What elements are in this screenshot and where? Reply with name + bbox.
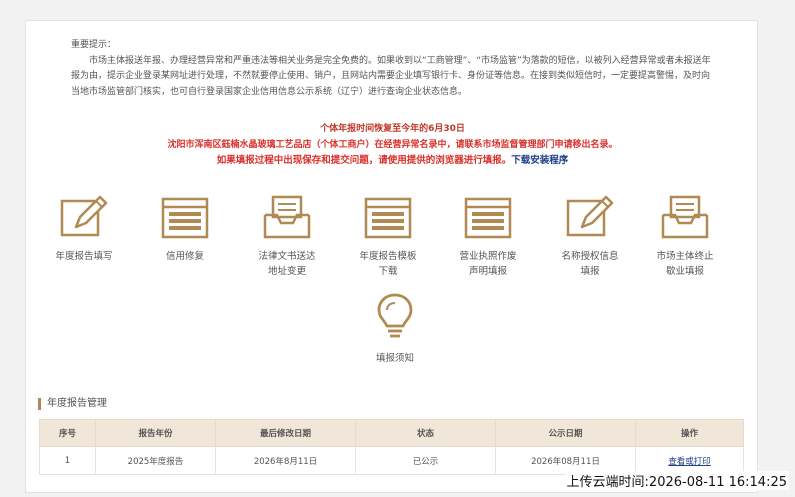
function-tiles: 年度报告填写 信用修复 法律文书送达地址变更 年度报告模板下载 营业执照作废声明… [26,193,759,364]
tile-annual-report-fill[interactable]: 年度报告填写 [39,193,129,264]
cell-status: 已公示 [355,446,496,475]
form-icon [364,197,412,239]
upload-timestamp: 上传云端时间:2026-08-11 16:14:25 [564,471,789,490]
tile-name-authorization[interactable]: 名称授权信息填报 [545,193,635,279]
cell-year: 2025年度报告 [95,446,216,475]
inbox-icon [661,195,709,239]
tile-label: 信用修复 [165,251,204,262]
inbox-icon [263,195,311,239]
annual-report-table: 序号 报告年份 最后修改日期 状态 公示日期 操作 1 2025年度报告 202… [39,419,744,475]
form-icon [464,197,512,239]
alert-browser: 如果填报过程中出现保存和提交问题，请使用提供的浏览器进行填报。下载安装程序 [26,153,759,169]
download-installer-link[interactable]: 下载安装程序 [511,155,568,166]
tile-legal-doc-address[interactable]: 法律文书送达地址变更 [242,193,332,279]
col-header-publish-date: 公示日期 [495,419,636,447]
tile-label: 法律文书送达地址变更 [258,251,316,277]
lightbulb-icon [377,293,413,338]
alert-deadline: 个体年报时间恢复至今年的6月30日 [320,124,465,134]
tile-label: 年度报告填写 [55,251,113,262]
tile-label: 填报须知 [375,353,414,364]
tile-label: 年度报告模板下载 [359,251,417,277]
edit-icon [60,195,108,237]
tile-termination[interactable]: 市场主体终止歇业填报 [640,193,730,279]
form-icon [161,197,209,239]
col-header-modified: 最后修改日期 [215,419,356,447]
view-print-link[interactable]: 查看或打印 [668,457,711,467]
col-header-action: 操作 [635,419,744,447]
col-header-index: 序号 [39,419,96,447]
tile-credit-repair[interactable]: 信用修复 [140,193,230,264]
alert-abnormal-list: 沈阳市浑南区鈺楠水晶玻璃工艺品店（个体工商户）在经营异常名录中，请联系市场监督管… [167,140,618,150]
notice-block: 重要提示： 市场主体报送年报、办理经营异常和严重违法等相关业务是完全免费的。如果… [71,38,711,100]
tile-filing-notes[interactable]: 填报须知 [350,291,440,366]
cell-modified: 2026年8月11日 [215,446,356,475]
alert-block: 个体年报时间恢复至今年的6月30日 沈阳市浑南区鈺楠水晶玻璃工艺品店（个体工商户… [26,121,759,169]
section-title: 年度报告管理 [38,398,107,410]
col-header-status: 状态 [355,419,496,447]
table-header-row: 序号 报告年份 最后修改日期 状态 公示日期 操作 [39,419,744,447]
edit-icon [566,195,614,237]
tile-label: 营业执照作废声明填报 [459,251,517,277]
alert-browser-text: 如果填报过程中出现保存和提交问题，请使用提供的浏览器进行填报。 [216,155,512,166]
notice-title: 重要提示： [71,40,117,50]
cell-index: 1 [39,446,96,475]
tile-license-void[interactable]: 营业执照作废声明填报 [443,193,533,279]
tile-template-download[interactable]: 年度报告模板下载 [343,193,433,279]
main-panel: 重要提示： 市场主体报送年报、办理经营异常和严重违法等相关业务是完全免费的。如果… [25,20,758,493]
col-header-year: 报告年份 [95,419,216,447]
tile-label: 名称授权信息填报 [561,251,619,277]
notice-paragraph: 市场主体报送年报、办理经营异常和严重违法等相关业务是完全免费的。如果收到以“工商… [71,55,711,97]
tile-label: 市场主体终止歇业填报 [656,251,714,277]
